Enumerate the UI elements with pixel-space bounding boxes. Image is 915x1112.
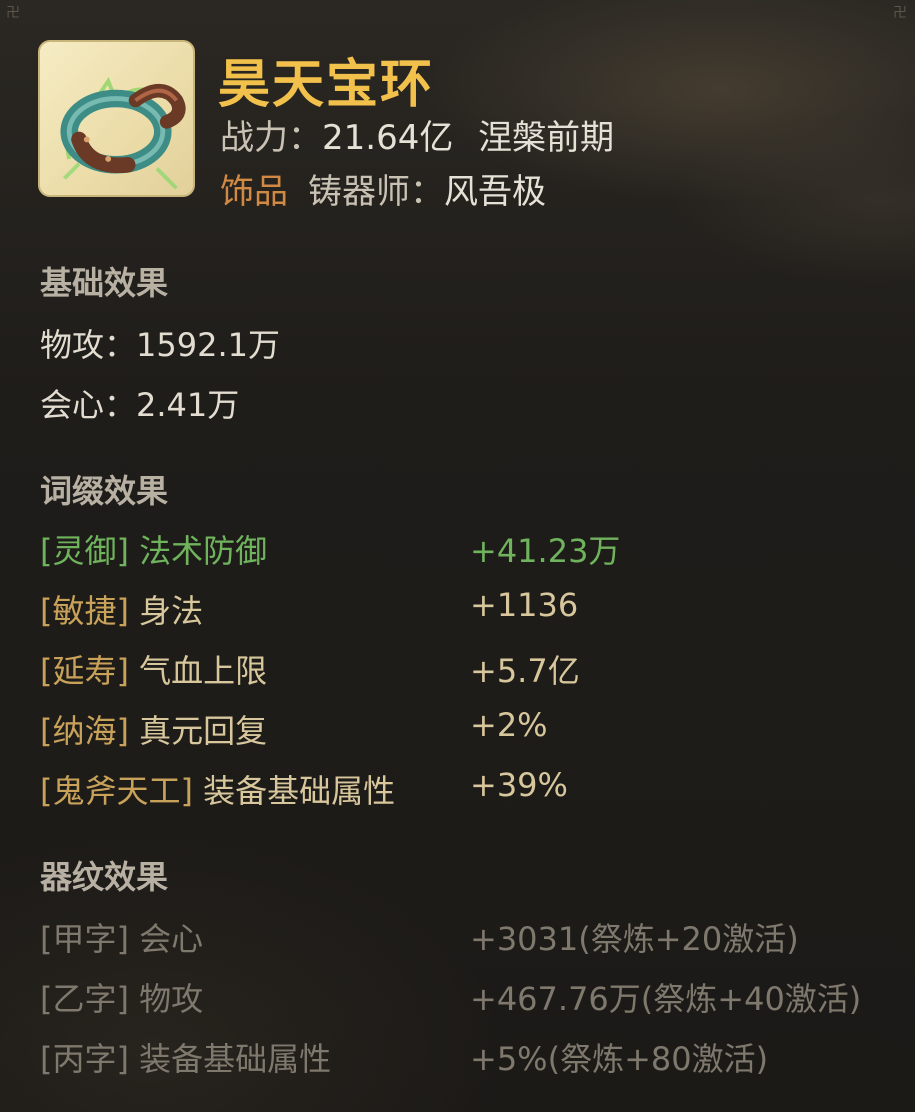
frame-corner-ornament: 卍 (6, 5, 20, 21)
affix-value: +41.23万 (470, 532, 621, 570)
affix-name: 装备基础属性 (203, 772, 396, 810)
affix-row: [延寿] 气血上限 (40, 646, 267, 692)
crafter-name: 风吾极 (444, 172, 546, 212)
stat-label: 会心： (40, 386, 137, 424)
grain-row: [甲字] 会心 (40, 914, 203, 960)
grain-tag: [乙字] (40, 980, 129, 1018)
base-stat-row: 物攻：1592.1万 (40, 320, 280, 366)
affix-value: +39% (470, 766, 568, 804)
item-tooltip-panel: 卍 卍 昊天宝环 战力：21.64亿 涅槃前期 饰品 铸器师：风吾极 基础效果 物… (0, 0, 915, 1112)
crafter-label: 铸器师： (308, 172, 444, 212)
item-name: 昊天宝环 (218, 55, 435, 115)
affix-row: [灵御] 法术防御 (40, 526, 267, 572)
power-line: 战力：21.64亿 涅槃前期 (220, 110, 614, 159)
jade-ring-icon (60, 76, 186, 190)
affix-tag: [鬼斧天工] (40, 772, 193, 810)
affix-value: +2% (470, 706, 548, 744)
affix-name: 真元回复 (139, 712, 268, 750)
affix-row: [纳海] 真元回复 (40, 706, 267, 752)
grain-tag: [甲字] (40, 920, 129, 958)
power-label: 战力： (220, 118, 322, 158)
grain-name: 装备基础属性 (139, 1040, 332, 1078)
grain-row: [乙字] 物攻 (40, 974, 203, 1020)
stat-value: 2.41万 (136, 386, 240, 424)
type-crafter-line: 饰品 铸器师：风吾极 (220, 164, 546, 213)
stat-label: 物攻： (40, 326, 137, 364)
realm-level: 涅槃前期 (478, 118, 615, 158)
grain-value: +5%(祭炼+80激活) (470, 1040, 769, 1078)
grain-value: +3031(祭炼+20激活) (470, 920, 799, 958)
affix-tag: [延寿] (40, 652, 129, 690)
stat-value: 1592.1万 (136, 326, 280, 364)
grain-row: [丙字] 装备基础属性 (40, 1034, 331, 1080)
grain-name: 会心 (139, 920, 204, 958)
item-icon-slot[interactable] (38, 40, 195, 197)
affix-name: 身法 (139, 592, 204, 630)
affix-tag: [纳海] (40, 712, 129, 750)
affix-tag: [灵御] (40, 532, 129, 570)
item-type: 饰品 (220, 172, 288, 212)
grain-tag: [丙字] (40, 1040, 129, 1078)
affix-value: +5.7亿 (470, 652, 580, 690)
affix-effects-heading: 词缀效果 (40, 472, 169, 510)
base-stat-row: 会心：2.41万 (40, 380, 239, 426)
frame-corner-ornament: 卍 (893, 5, 907, 21)
affix-tag: [敏捷] (40, 592, 129, 630)
grain-name: 物攻 (139, 980, 204, 1018)
affix-value: +1136 (470, 586, 579, 624)
base-effects-heading: 基础效果 (40, 264, 169, 302)
affix-row: [敏捷] 身法 (40, 586, 203, 632)
affix-name: 法术防御 (139, 532, 268, 570)
affix-name: 气血上限 (139, 652, 268, 690)
grain-effects-heading: 器纹效果 (40, 858, 169, 896)
power-value: 21.64亿 (322, 118, 454, 158)
grain-value: +467.76万(祭炼+40激活) (470, 980, 862, 1018)
affix-row: [鬼斧天工] 装备基础属性 (40, 766, 395, 812)
